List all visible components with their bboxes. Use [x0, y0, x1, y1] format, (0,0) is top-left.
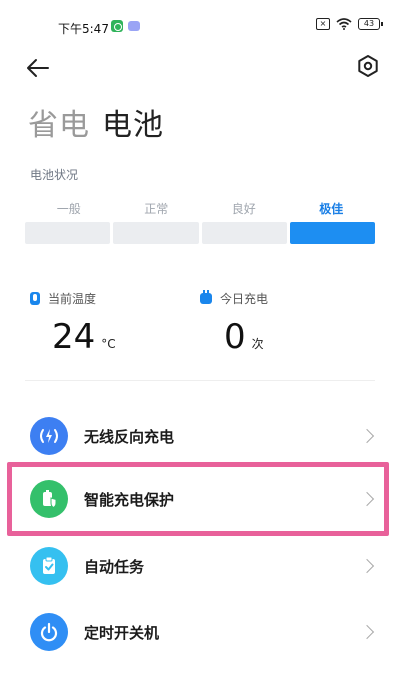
wireless-charge-icon [30, 417, 68, 455]
charges-today-value: 0 [224, 317, 246, 357]
battery-icon: 43 [358, 18, 383, 30]
clipboard-check-icon [30, 547, 68, 585]
back-arrow-icon[interactable] [24, 54, 52, 82]
status-bar: 下午5:47 × 43 [0, 0, 400, 44]
menu-item-auto-tasks[interactable]: 自动任务 [0, 536, 400, 596]
chevron-right-icon [359, 428, 375, 444]
page-title: 省电 电池 [28, 100, 164, 144]
menu-item-scheduled-power[interactable]: 定时开关机 [0, 602, 400, 662]
chevron-right-icon [359, 624, 375, 640]
charges-today-stat: 今日充电 0 次 [200, 290, 268, 357]
charges-today-unit: 次 [251, 337, 264, 351]
battery-level-bar [25, 222, 375, 244]
temperature-stat: 当前温度 24 °C [30, 290, 116, 357]
highlight-box [7, 462, 389, 536]
app-notification-icon [111, 20, 123, 32]
wifi-icon [336, 18, 352, 30]
divider [25, 380, 375, 381]
menu-item-label: 定时开关机 [84, 623, 160, 642]
temperature-value: 24 [52, 317, 96, 357]
level-segment [201, 222, 287, 244]
power-icon [30, 613, 68, 651]
tab-battery[interactable]: 电池 [102, 108, 164, 143]
menu-item-label: 无线反向充电 [84, 427, 175, 446]
chevron-right-icon [359, 558, 375, 574]
charger-icon [200, 290, 212, 304]
level-label-fair: 一般 [56, 202, 81, 216]
level-segment [25, 222, 111, 244]
status-icons: × 43 [316, 18, 383, 30]
menu-item-label: 自动任务 [84, 557, 145, 576]
level-segment-active [289, 222, 375, 244]
no-sim-icon: × [316, 18, 330, 30]
status-time: 下午5:47 [58, 22, 109, 36]
temperature-label: 当前温度 [48, 292, 97, 306]
level-label-excellent: 极佳 [319, 202, 344, 216]
menu-item-wireless-reverse-charging[interactable]: 无线反向充电 [0, 406, 400, 466]
charges-today-label: 今日充电 [220, 292, 269, 306]
settings-gear-icon[interactable] [356, 54, 380, 78]
temperature-unit: °C [101, 337, 116, 351]
message-notification-icon [128, 21, 140, 31]
level-label-normal: 正常 [144, 202, 169, 216]
level-segment [113, 222, 199, 244]
thermometer-icon [30, 292, 40, 305]
level-label-good: 良好 [231, 202, 256, 216]
tab-power-saving[interactable]: 省电 [28, 108, 90, 143]
battery-level-labels: 一般 正常 良好 极佳 [25, 200, 375, 217]
battery-status-label: 电池状况 [30, 168, 79, 182]
